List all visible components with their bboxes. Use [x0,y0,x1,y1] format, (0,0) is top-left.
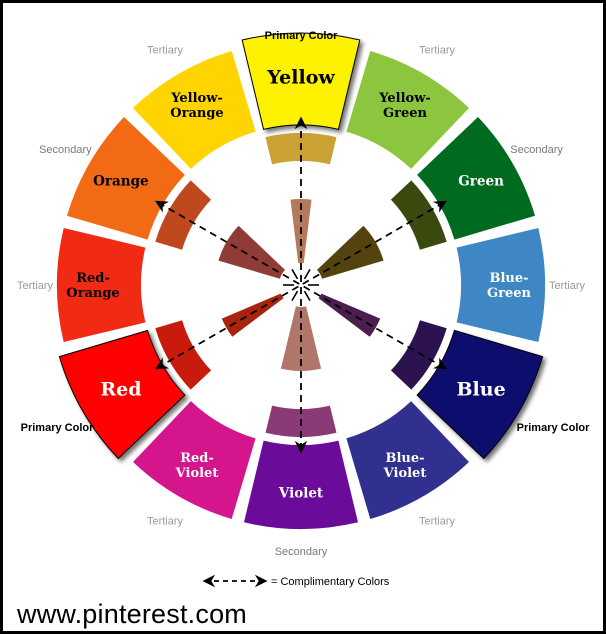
segment-label-yellow-orange: Yellow-Orange [170,91,223,121]
segment-label-yellow-green: Yellow-Green [378,91,431,121]
segment-blue-green: Blue-Green [456,228,546,342]
segment-label-red: Red [100,379,141,401]
label-tertiary-yellow-green: Tertiary [419,44,456,56]
label-tertiary-red-orange: Tertiary [17,280,54,292]
color-wheel-figure: Yellow Yellow-Green Green Blue-Green Blue Blu… [0,0,606,634]
label-primary-red: Primary Color [21,422,94,434]
segment-label-yellow: Yellow [266,67,335,89]
label-tertiary-blue-violet: Tertiary [419,516,456,528]
legend: = Complimentary Colors [202,574,390,588]
segment-label-violet: Violet [278,486,324,502]
segment-label-red-violet: Red-Violet [175,451,219,481]
segment-red-orange: Red-Orange [56,228,146,342]
center-tick [303,268,311,280]
label-secondary-green: Secondary [510,144,563,156]
label-tertiary-red-violet: Tertiary [147,516,184,528]
label-primary-blue: Primary Color [517,422,590,434]
complementary-arrows [155,116,447,454]
label-secondary-orange: Secondary [39,144,92,156]
segment-label-blue: Blue [457,379,506,401]
segment-label-blue-violet: Blue-Violet [383,451,427,481]
label-tertiary-blue-green: Tertiary [549,280,586,292]
label-primary-yellow: Primary Color [265,30,338,42]
label-secondary-violet: Secondary [275,546,328,558]
color-wheel: Yellow Yellow-Green Green Blue-Green Blue Blu… [17,30,590,588]
center-tick [303,290,311,302]
center-tick [291,268,299,280]
segment-label-blue-green: Blue-Green [487,271,531,301]
watermark-text: www.pinterest.com [17,599,247,629]
segment-label-green: Green [458,174,504,190]
center-tick [291,290,299,302]
legend-text: = Complimentary Colors [271,576,390,588]
label-tertiary-yellow-orange: Tertiary [147,44,184,56]
segment-label-orange: Orange [93,174,148,190]
